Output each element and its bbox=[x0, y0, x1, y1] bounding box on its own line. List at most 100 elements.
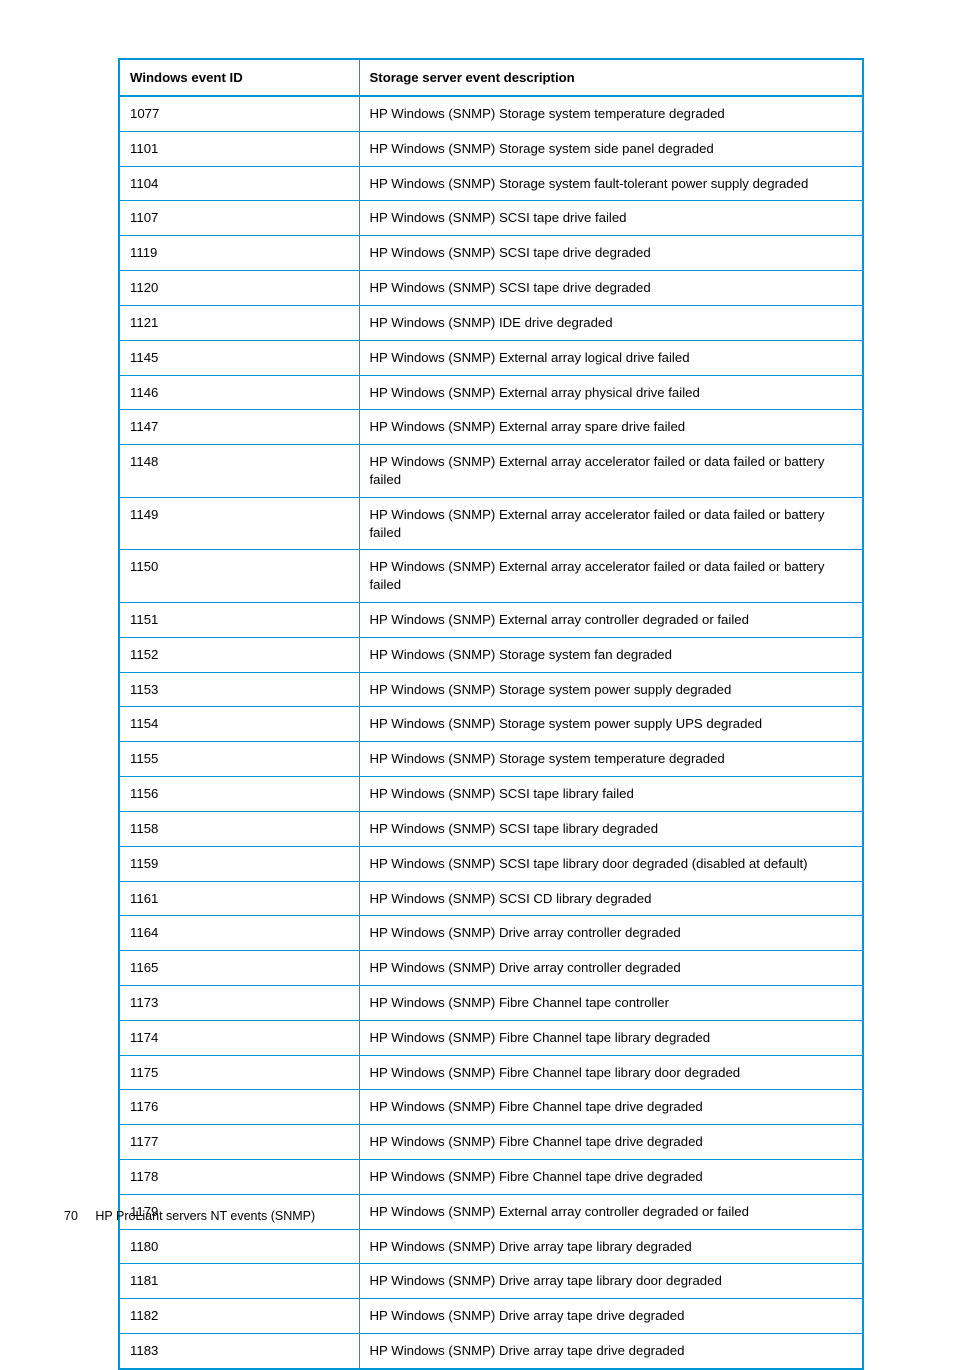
cell-event-desc: HP Windows (SNMP) Storage system power s… bbox=[359, 672, 863, 707]
table-row: 1150HP Windows (SNMP) External array acc… bbox=[119, 550, 863, 603]
cell-event-desc: HP Windows (SNMP) Drive array controller… bbox=[359, 951, 863, 986]
cell-event-desc: HP Windows (SNMP) Drive array controller… bbox=[359, 916, 863, 951]
table-row: 1121HP Windows (SNMP) IDE drive degraded bbox=[119, 305, 863, 340]
cell-event-desc: HP Windows (SNMP) Storage system tempera… bbox=[359, 742, 863, 777]
cell-event-id: 1174 bbox=[119, 1020, 359, 1055]
table-row: 1174HP Windows (SNMP) Fibre Channel tape… bbox=[119, 1020, 863, 1055]
cell-event-id: 1178 bbox=[119, 1160, 359, 1195]
cell-event-desc: HP Windows (SNMP) Storage system fan deg… bbox=[359, 637, 863, 672]
cell-event-desc: HP Windows (SNMP) Storage system power s… bbox=[359, 707, 863, 742]
table-row: 1182HP Windows (SNMP) Drive array tape d… bbox=[119, 1299, 863, 1334]
cell-event-desc: HP Windows (SNMP) External array acceler… bbox=[359, 497, 863, 550]
cell-event-desc: HP Windows (SNMP) External array logical… bbox=[359, 340, 863, 375]
cell-event-desc: HP Windows (SNMP) SCSI tape drive degrad… bbox=[359, 271, 863, 306]
cell-event-desc: HP Windows (SNMP) IDE drive degraded bbox=[359, 305, 863, 340]
cell-event-desc: HP Windows (SNMP) External array acceler… bbox=[359, 550, 863, 603]
table-row: 1181HP Windows (SNMP) Drive array tape l… bbox=[119, 1264, 863, 1299]
table-row: 1153HP Windows (SNMP) Storage system pow… bbox=[119, 672, 863, 707]
table-row: 1101HP Windows (SNMP) Storage system sid… bbox=[119, 131, 863, 166]
table-row: 1177HP Windows (SNMP) Fibre Channel tape… bbox=[119, 1125, 863, 1160]
cell-event-id: 1120 bbox=[119, 271, 359, 306]
cell-event-desc: HP Windows (SNMP) Fibre Channel tape dri… bbox=[359, 1160, 863, 1195]
table-row: 1155HP Windows (SNMP) Storage system tem… bbox=[119, 742, 863, 777]
cell-event-id: 1165 bbox=[119, 951, 359, 986]
cell-event-desc: HP Windows (SNMP) External array control… bbox=[359, 603, 863, 638]
table-row: 1161HP Windows (SNMP) SCSI CD library de… bbox=[119, 881, 863, 916]
table-row: 1146HP Windows (SNMP) External array phy… bbox=[119, 375, 863, 410]
table-row: 1120HP Windows (SNMP) SCSI tape drive de… bbox=[119, 271, 863, 306]
table-row: 1156HP Windows (SNMP) SCSI tape library … bbox=[119, 777, 863, 812]
cell-event-id: 1175 bbox=[119, 1055, 359, 1090]
table-header-row: Windows event ID Storage server event de… bbox=[119, 59, 863, 96]
page-number: 70 bbox=[64, 1209, 78, 1223]
cell-event-id: 1177 bbox=[119, 1125, 359, 1160]
cell-event-desc: HP Windows (SNMP) Fibre Channel tape lib… bbox=[359, 1055, 863, 1090]
cell-event-desc: HP Windows (SNMP) Fibre Channel tape lib… bbox=[359, 1020, 863, 1055]
cell-event-id: 1180 bbox=[119, 1229, 359, 1264]
cell-event-desc: HP Windows (SNMP) SCSI tape library degr… bbox=[359, 811, 863, 846]
cell-event-id: 1173 bbox=[119, 985, 359, 1020]
table-row: 1107HP Windows (SNMP) SCSI tape drive fa… bbox=[119, 201, 863, 236]
cell-event-id: 1107 bbox=[119, 201, 359, 236]
cell-event-desc: HP Windows (SNMP) External array spare d… bbox=[359, 410, 863, 445]
cell-event-id: 1146 bbox=[119, 375, 359, 410]
cell-event-id: 1150 bbox=[119, 550, 359, 603]
cell-event-id: 1149 bbox=[119, 497, 359, 550]
cell-event-desc: HP Windows (SNMP) Drive array tape libra… bbox=[359, 1229, 863, 1264]
table-row: 1178HP Windows (SNMP) Fibre Channel tape… bbox=[119, 1160, 863, 1195]
table-row: 1151HP Windows (SNMP) External array con… bbox=[119, 603, 863, 638]
cell-event-id: 1164 bbox=[119, 916, 359, 951]
cell-event-id: 1101 bbox=[119, 131, 359, 166]
table-row: 1175HP Windows (SNMP) Fibre Channel tape… bbox=[119, 1055, 863, 1090]
cell-event-id: 1147 bbox=[119, 410, 359, 445]
table-row: 1158HP Windows (SNMP) SCSI tape library … bbox=[119, 811, 863, 846]
cell-event-id: 1181 bbox=[119, 1264, 359, 1299]
cell-event-id: 1159 bbox=[119, 846, 359, 881]
table-row: 1119HP Windows (SNMP) SCSI tape drive de… bbox=[119, 236, 863, 271]
cell-event-id: 1104 bbox=[119, 166, 359, 201]
cell-event-id: 1119 bbox=[119, 236, 359, 271]
cell-event-desc: HP Windows (SNMP) SCSI tape drive degrad… bbox=[359, 236, 863, 271]
table-row: 1159HP Windows (SNMP) SCSI tape library … bbox=[119, 846, 863, 881]
cell-event-id: 1156 bbox=[119, 777, 359, 812]
cell-event-id: 1183 bbox=[119, 1334, 359, 1369]
cell-event-id: 1161 bbox=[119, 881, 359, 916]
cell-event-desc: HP Windows (SNMP) Fibre Channel tape dri… bbox=[359, 1125, 863, 1160]
footer-section-title: HP ProLiant servers NT events (SNMP) bbox=[95, 1209, 315, 1223]
cell-event-desc: HP Windows (SNMP) Storage system fault-t… bbox=[359, 166, 863, 201]
cell-event-desc: HP Windows (SNMP) Fibre Channel tape dri… bbox=[359, 1090, 863, 1125]
cell-event-id: 1152 bbox=[119, 637, 359, 672]
table-body: 1077HP Windows (SNMP) Storage system tem… bbox=[119, 96, 863, 1369]
table-row: 1164HP Windows (SNMP) Drive array contro… bbox=[119, 916, 863, 951]
cell-event-id: 1148 bbox=[119, 445, 359, 498]
cell-event-desc: HP Windows (SNMP) SCSI CD library degrad… bbox=[359, 881, 863, 916]
cell-event-desc: HP Windows (SNMP) External array control… bbox=[359, 1194, 863, 1229]
events-table: Windows event ID Storage server event de… bbox=[118, 58, 864, 1370]
cell-event-desc: HP Windows (SNMP) Storage system side pa… bbox=[359, 131, 863, 166]
header-event-id: Windows event ID bbox=[119, 59, 359, 96]
cell-event-desc: HP Windows (SNMP) SCSI tape library fail… bbox=[359, 777, 863, 812]
cell-event-desc: HP Windows (SNMP) External array physica… bbox=[359, 375, 863, 410]
cell-event-desc: HP Windows (SNMP) SCSI tape drive failed bbox=[359, 201, 863, 236]
table-row: 1165HP Windows (SNMP) Drive array contro… bbox=[119, 951, 863, 986]
cell-event-desc: HP Windows (SNMP) Drive array tape libra… bbox=[359, 1264, 863, 1299]
table-row: 1152HP Windows (SNMP) Storage system fan… bbox=[119, 637, 863, 672]
table-row: 1173HP Windows (SNMP) Fibre Channel tape… bbox=[119, 985, 863, 1020]
table-row: 1154HP Windows (SNMP) Storage system pow… bbox=[119, 707, 863, 742]
cell-event-desc: HP Windows (SNMP) External array acceler… bbox=[359, 445, 863, 498]
cell-event-desc: HP Windows (SNMP) SCSI tape library door… bbox=[359, 846, 863, 881]
table-row: 1077HP Windows (SNMP) Storage system tem… bbox=[119, 96, 863, 131]
table-row: 1104HP Windows (SNMP) Storage system fau… bbox=[119, 166, 863, 201]
header-event-desc: Storage server event description bbox=[359, 59, 863, 96]
cell-event-desc: HP Windows (SNMP) Storage system tempera… bbox=[359, 96, 863, 131]
table-row: 1148HP Windows (SNMP) External array acc… bbox=[119, 445, 863, 498]
cell-event-id: 1153 bbox=[119, 672, 359, 707]
cell-event-id: 1154 bbox=[119, 707, 359, 742]
table-row: 1147HP Windows (SNMP) External array spa… bbox=[119, 410, 863, 445]
cell-event-id: 1182 bbox=[119, 1299, 359, 1334]
cell-event-id: 1145 bbox=[119, 340, 359, 375]
cell-event-id: 1155 bbox=[119, 742, 359, 777]
cell-event-desc: HP Windows (SNMP) Drive array tape drive… bbox=[359, 1334, 863, 1369]
cell-event-desc: HP Windows (SNMP) Drive array tape drive… bbox=[359, 1299, 863, 1334]
cell-event-id: 1158 bbox=[119, 811, 359, 846]
